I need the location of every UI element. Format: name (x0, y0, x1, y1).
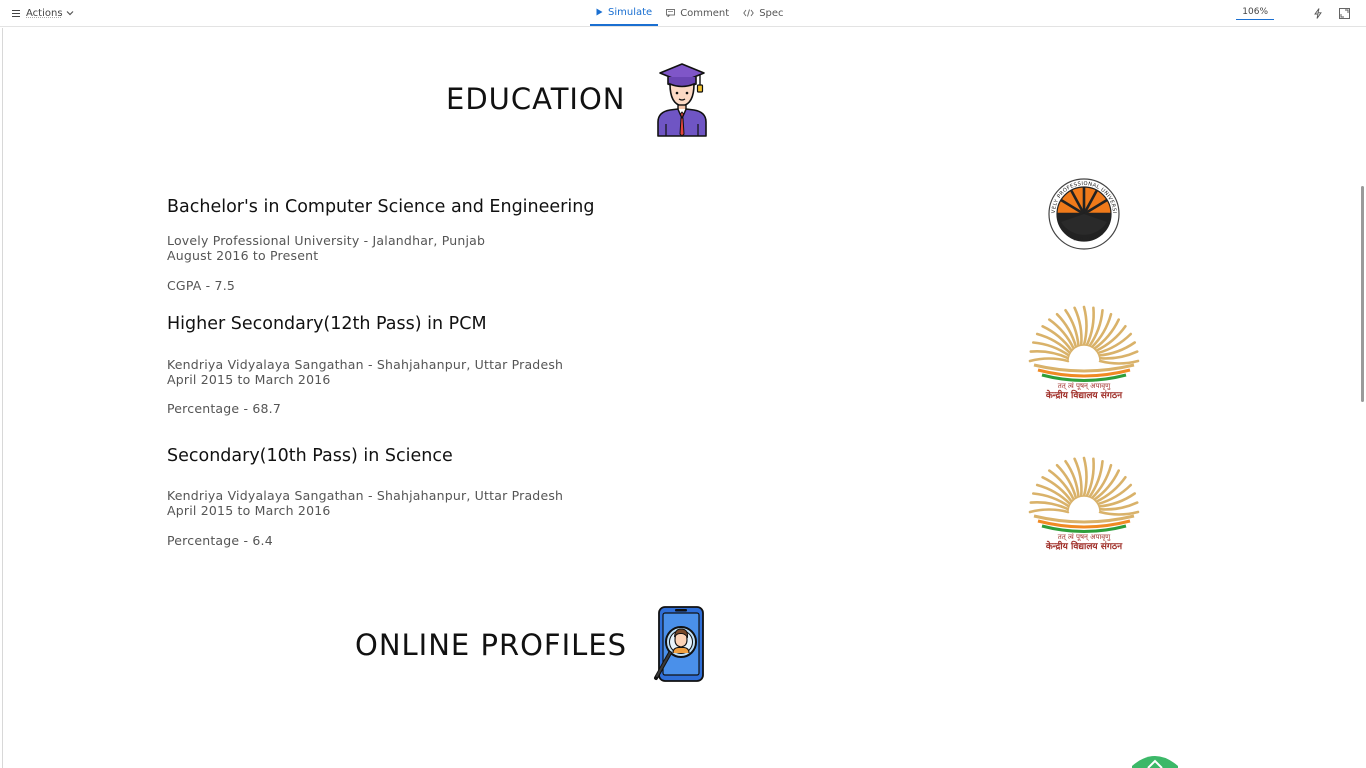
frame-border (2, 28, 3, 768)
sun-ray (1098, 510, 1140, 516)
score-text: Percentage - 6.4 (167, 533, 273, 548)
lpu-logo: LOVELY PROFESSIONAL UNIVERSITY PUNJAB (I… (1047, 177, 1120, 250)
graduate-icon (657, 63, 707, 137)
sun-ray (1082, 305, 1088, 347)
sun-ray (1055, 312, 1078, 349)
sun-ray (1055, 463, 1078, 500)
tab-spec[interactable]: Spec (737, 0, 789, 26)
top-toolbar: Actions Simulate Comment Spec 106% (0, 0, 1366, 27)
sun-ray (1098, 359, 1140, 365)
fullscreen-icon[interactable] (1336, 5, 1352, 21)
tab-comment-label: Comment (680, 7, 730, 19)
comment-icon (666, 9, 676, 17)
sun-ray (1028, 508, 1070, 514)
tab-spec-label: Spec (759, 7, 784, 19)
mode-tabs: Simulate Comment Spec (590, 0, 790, 26)
education-heading: EDUCATION (446, 82, 626, 116)
score-text: CGPA - 7.5 (167, 278, 236, 293)
kvs-name-text: केन्द्रीय विद्यालय संगठन (1045, 540, 1123, 552)
kvs-motto-text: तत् त्वं पूषन् अपावृणु (1058, 382, 1111, 390)
online-profiles-heading: ONLINE PROFILES (355, 628, 628, 662)
study-period: April 2015 to March 2016 (167, 372, 331, 387)
tab-simulate[interactable]: Simulate (590, 0, 659, 26)
toolbar-left: Actions (12, 0, 74, 26)
sun-ray (1028, 357, 1070, 363)
profile-icon-partial (1132, 756, 1178, 768)
hamburger-menu-icon[interactable] (12, 9, 20, 17)
vertical-scrollbar[interactable] (1361, 186, 1364, 402)
kvs-motto-text: तत् त्वं पूषन् अपावृणु (1058, 533, 1111, 541)
tab-comment[interactable]: Comment (660, 0, 735, 26)
kvs-logo: तत् त्वं पूषन् अपावृणु केन्द्रीय विद्याल… (1028, 456, 1140, 552)
study-period: August 2016 to Present (167, 248, 319, 263)
lightning-icon[interactable] (1310, 5, 1326, 21)
study-period: April 2015 to March 2016 (167, 503, 331, 518)
actions-menu-button[interactable]: Actions (26, 8, 74, 19)
play-icon (596, 8, 603, 16)
kvs-logo: तत् त्वं पूषन् अपावृणु केन्द्रीय विद्याल… (1028, 305, 1140, 401)
degree-title: Bachelor's in Computer Science and Engin… (167, 197, 595, 217)
toolbar-right: 106% (1236, 0, 1366, 26)
institution-name: Kendriya Vidyalaya Sangathan - Shahjahan… (167, 488, 564, 503)
sun-ray (1096, 332, 1133, 355)
tab-simulate-label: Simulate (608, 6, 653, 18)
sun-ray (1082, 456, 1088, 498)
kvs-name-text: केन्द्रीय विद्यालय संगठन (1045, 389, 1123, 401)
chevron-down-icon (66, 11, 73, 16)
score-text: Percentage - 68.7 (167, 401, 282, 416)
actions-label: Actions (26, 7, 63, 19)
institution-name: Kendriya Vidyalaya Sangathan - Shahjahan… (167, 357, 564, 372)
degree-title: Secondary(10th Pass) in Science (167, 446, 453, 466)
profile-search-icon (654, 606, 704, 682)
sun-ray (1096, 483, 1133, 506)
code-icon (743, 9, 754, 17)
institution-name: Lovely Professional University - Jalandh… (167, 233, 486, 248)
degree-title: Higher Secondary(12th Pass) in PCM (167, 314, 487, 334)
zoom-level[interactable]: 106% (1236, 7, 1274, 20)
